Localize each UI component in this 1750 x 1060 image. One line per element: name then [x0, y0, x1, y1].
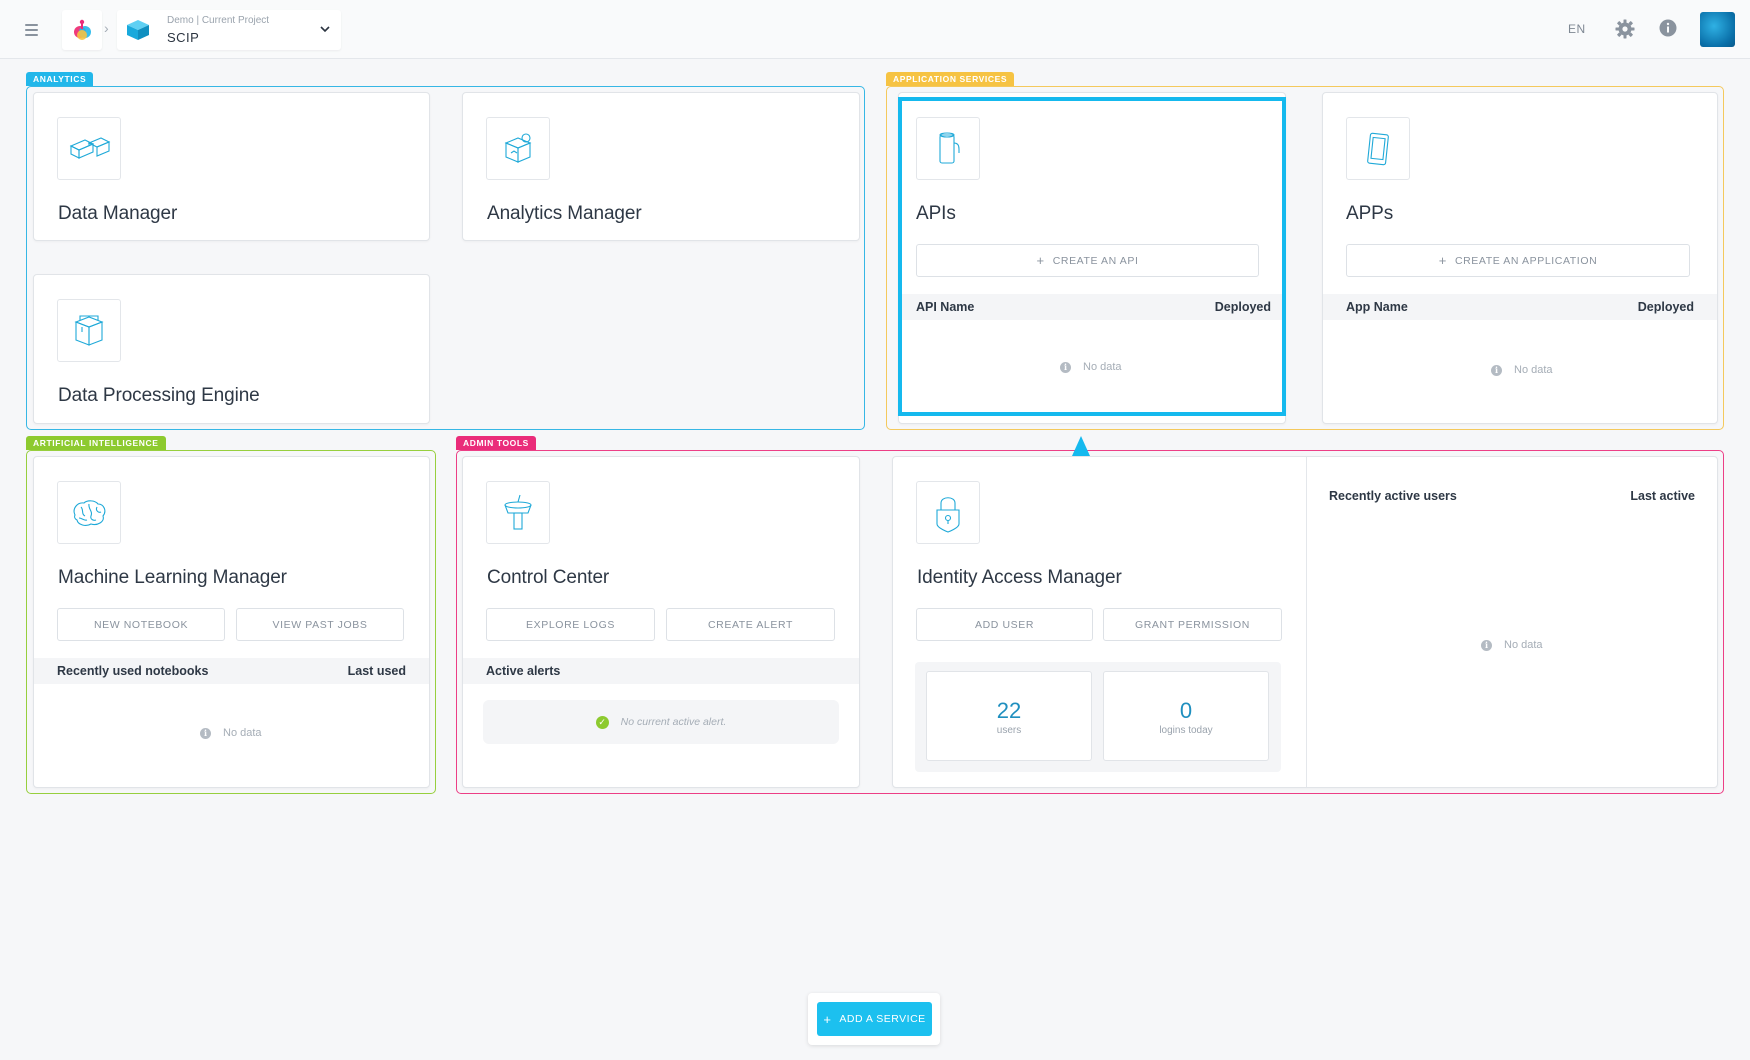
- notebooks-empty-state: i No data: [200, 727, 262, 739]
- machine-learning-manager-card[interactable]: Machine Learning Manager NEW NOTEBOOK VI…: [33, 456, 430, 788]
- app-logo[interactable]: [62, 10, 102, 50]
- breadcrumb-separator: ›: [104, 20, 109, 36]
- no-active-alert-message: ✓ No current active alert.: [483, 700, 839, 744]
- ml-manager-title: Machine Learning Manager: [58, 567, 287, 588]
- control-tower-icon: [504, 494, 532, 530]
- last-active-column: Last active: [1630, 489, 1695, 503]
- identity-access-manager-title: Identity Access Manager: [917, 567, 1122, 588]
- analytics-manager-title: Analytics Manager: [487, 203, 642, 224]
- grant-permission-button[interactable]: GRANT PERMISSION: [1103, 608, 1282, 641]
- control-center-title: Control Center: [487, 567, 610, 588]
- brain-icon: [73, 499, 106, 526]
- create-alert-button[interactable]: CREATE ALERT: [666, 608, 835, 641]
- recent-users-empty-state: i No data: [1481, 639, 1543, 651]
- menu-icon[interactable]: [20, 19, 44, 39]
- apps-title: APPs: [1346, 203, 1394, 224]
- data-manager-icon-box: [57, 117, 121, 180]
- recently-active-users-column: Recently active users: [1329, 489, 1457, 503]
- logo-icon: [74, 19, 91, 40]
- gear-icon[interactable]: [1614, 18, 1636, 40]
- admin-tools-section-label: ADMIN TOOLS: [456, 436, 536, 450]
- apis-highlight-frame: [898, 97, 1286, 416]
- plus-icon: +: [1438, 253, 1447, 268]
- users-label: users: [996, 725, 1022, 736]
- identity-access-manager-icon-box: [916, 481, 980, 544]
- logins-stat: 0 logins today: [1103, 671, 1269, 761]
- data-processing-engine-icon-box: [57, 299, 121, 362]
- recent-users-table-header: Recently active users Last active: [1307, 483, 1717, 509]
- analytics-manager-card[interactable]: Analytics Manager: [462, 92, 860, 241]
- application-services-section-label: APPLICATION SERVICES: [886, 72, 1015, 86]
- info-icon: i: [200, 727, 211, 739]
- artificial-intelligence-section-label: ARTIFICIAL INTELLIGENCE: [26, 436, 166, 450]
- project-cube-icon: [127, 20, 149, 40]
- users-stat: 22 users: [926, 671, 1092, 761]
- chevron-down-icon: [320, 26, 330, 33]
- package-icon: [74, 314, 104, 346]
- data-processing-engine-card[interactable]: Data Processing Engine: [33, 274, 430, 424]
- app-deployed-column: Deployed: [1637, 300, 1694, 314]
- data-manager-card[interactable]: Data Manager: [33, 92, 430, 241]
- apps-icon-box: [1346, 117, 1410, 180]
- explore-logs-button[interactable]: EXPLORE LOGS: [486, 608, 655, 641]
- plus-icon: +: [823, 1011, 832, 1027]
- data-manager-title: Data Manager: [58, 203, 178, 224]
- analytics-section-label: ANALYTICS: [26, 72, 94, 86]
- control-center-icon-box: [486, 481, 550, 544]
- language-selector[interactable]: EN: [1568, 22, 1586, 36]
- users-count: 22: [996, 698, 1022, 723]
- data-processing-engine-title: Data Processing Engine: [58, 385, 260, 406]
- last-used-column: Last used: [347, 664, 406, 678]
- alerts-table-header: Active alerts: [463, 658, 859, 684]
- notebooks-table-header: Recently used notebooks Last used: [34, 658, 429, 684]
- project-selector[interactable]: Demo | Current Project SCIP: [117, 10, 341, 50]
- view-past-jobs-button[interactable]: VIEW PAST JOBS: [236, 608, 404, 641]
- new-notebook-button[interactable]: NEW NOTEBOOK: [57, 608, 225, 641]
- tablet-icon: [1367, 132, 1389, 165]
- add-service-button[interactable]: + ADD A SERVICE: [817, 1002, 932, 1036]
- user-avatar[interactable]: [1700, 12, 1735, 47]
- analytics-manager-icon-box: [486, 117, 550, 180]
- boxes-icon: [69, 136, 111, 159]
- apps-empty-state: i No data: [1491, 364, 1553, 376]
- active-alerts-column: Active alerts: [486, 664, 561, 678]
- info-icon: i: [1491, 364, 1502, 376]
- logins-label: logins today: [1159, 725, 1213, 736]
- add-user-button[interactable]: ADD USER: [916, 608, 1093, 641]
- logins-count: 0: [1179, 698, 1193, 723]
- project-name: SCIP: [167, 30, 200, 45]
- check-circle-icon: ✓: [595, 715, 609, 729]
- apps-card[interactable]: APPs + CREATE AN APPLICATION App Name De…: [1322, 92, 1718, 424]
- top-bar: › Demo | Current Project SCIP EN: [0, 0, 1750, 59]
- lock-icon: [936, 496, 960, 533]
- info-icon: i: [1481, 639, 1492, 651]
- add-service-container: + ADD A SERVICE: [808, 993, 940, 1045]
- apps-table-header: App Name Deployed: [1323, 294, 1717, 320]
- project-caption: Demo | Current Project: [167, 15, 270, 26]
- notebooks-column: Recently used notebooks: [57, 664, 209, 678]
- create-application-button[interactable]: + CREATE AN APPLICATION: [1346, 244, 1690, 277]
- info-icon[interactable]: [1658, 18, 1678, 38]
- analytics-cube-icon: [504, 132, 532, 163]
- app-name-column: App Name: [1346, 300, 1408, 314]
- user-stats: 22 users 0 logins today: [915, 662, 1281, 772]
- ml-manager-icon-box: [57, 481, 121, 544]
